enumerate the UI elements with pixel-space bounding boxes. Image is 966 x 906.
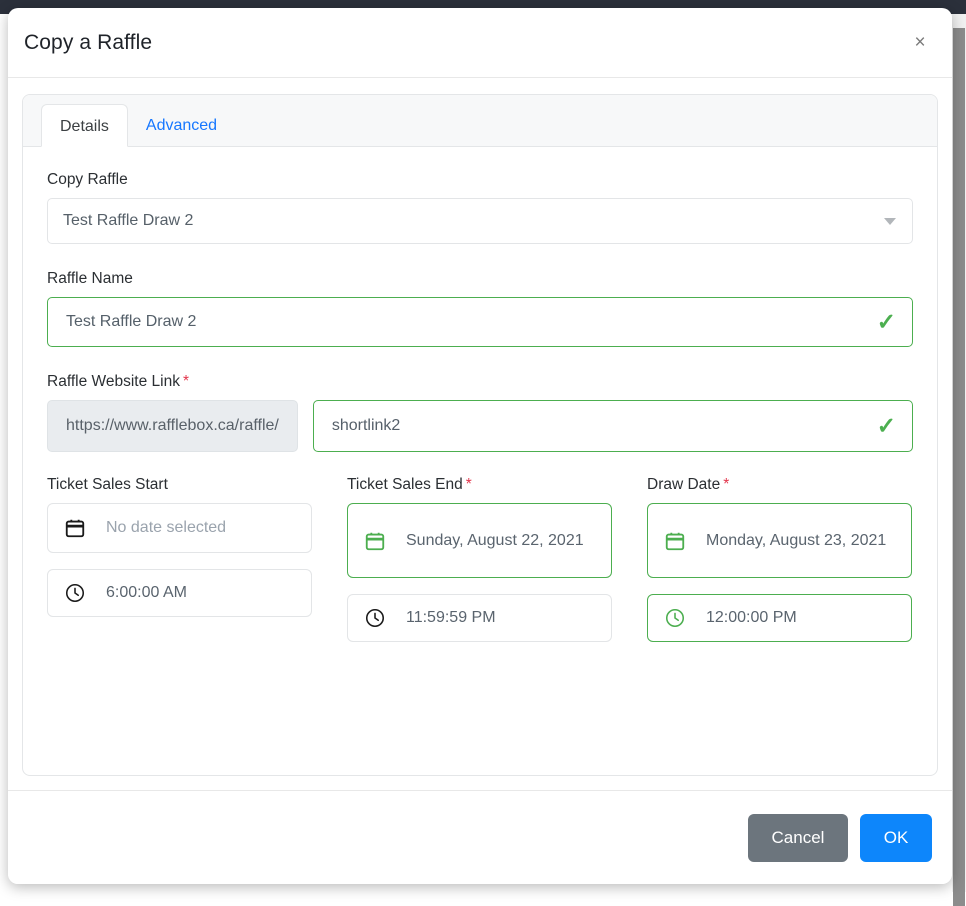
ticket-sales-end-time-picker[interactable]: 11:59:59 PM [347, 594, 612, 642]
draw-date-field: Draw Date * Monday, August 23, 2021 12:0… [647, 476, 912, 642]
required-asterisk: * [182, 373, 190, 390]
draw-date-date-picker[interactable]: Monday, August 23, 2021 [647, 503, 912, 578]
tab-bar: Details Advanced [23, 95, 937, 147]
clock-icon [664, 605, 694, 631]
cancel-button[interactable]: Cancel [748, 813, 848, 862]
dialog-footer: Cancel OK [8, 790, 952, 884]
website-link-input[interactable]: shortlink2 ✓ [312, 400, 913, 452]
raffle-name-label: Raffle Name [47, 270, 133, 287]
copy-raffle-selected-value: Test Raffle Draw 2 [63, 212, 194, 229]
dialog-body: Details Advanced Copy Raffle Test Raffle… [8, 78, 952, 790]
required-asterisk: * [723, 476, 730, 493]
website-link-label-text: Raffle Website Link [47, 373, 180, 390]
check-icon: ✓ [876, 412, 896, 439]
ticket-sales-end-date-picker[interactable]: Sunday, August 22, 2021 [347, 503, 612, 578]
ticket-sales-start-label: Ticket Sales Start [47, 476, 312, 494]
tab-container: Details Advanced Copy Raffle Test Raffle… [22, 94, 938, 776]
website-link-value: shortlink2 [331, 417, 401, 434]
draw-date-time-value: 12:00:00 PM [706, 609, 797, 626]
copy-raffle-select[interactable]: Test Raffle Draw 2 [47, 198, 913, 244]
draw-date-date-value: Monday, August 23, 2021 [706, 531, 887, 549]
clock-icon [64, 580, 94, 606]
draw-date-time-picker[interactable]: 12:00:00 PM [647, 594, 912, 642]
ticket-sales-start-field: Ticket Sales Start No date selected 6:00… [47, 476, 312, 642]
date-fields-row: Ticket Sales Start No date selected 6:00… [47, 476, 913, 642]
chevron-down-icon [884, 218, 896, 225]
ticket-sales-start-date-picker[interactable]: No date selected [47, 503, 312, 553]
copy-raffle-label: Copy Raffle [47, 171, 128, 188]
check-icon: ✓ [876, 308, 896, 335]
ticket-sales-end-label: Ticket Sales End * [347, 476, 612, 494]
website-link-label: Raffle Website Link * [47, 373, 913, 391]
website-link-prefix: https://www.rafflebox.ca/raffle/ [47, 400, 298, 452]
calendar-icon [64, 515, 94, 541]
page-scrollbar-thumb[interactable] [953, 28, 965, 906]
draw-date-label: Draw Date * [647, 476, 912, 494]
calendar-icon [664, 528, 694, 554]
tab-advanced[interactable]: Advanced [128, 104, 235, 147]
tab-panel-details: Copy Raffle Test Raffle Draw 2 Raffle Na… [23, 147, 937, 775]
required-asterisk: * [465, 476, 472, 493]
copy-raffle-dialog: Copy a Raffle × Details Advanced Copy Ra… [8, 8, 952, 884]
ticket-sales-start-label-text: Ticket Sales Start [47, 476, 168, 493]
page-scrollbar[interactable] [952, 14, 966, 906]
ticket-sales-end-date-value: Sunday, August 22, 2021 [406, 531, 584, 549]
ticket-sales-start-date-value: No date selected [106, 519, 227, 537]
ticket-sales-end-label-text: Ticket Sales End [347, 476, 463, 493]
ticket-sales-end-field: Ticket Sales End* Sunday, August 22, 20 [347, 476, 612, 642]
dialog-header: Copy a Raffle × [8, 8, 952, 78]
ticket-sales-start-time-value: 6:00:00 AM [106, 584, 187, 601]
ok-button[interactable]: OK [860, 813, 932, 862]
tab-details[interactable]: Details [41, 104, 128, 147]
draw-date-label-text: Draw Date [647, 476, 721, 493]
raffle-name-value: Test Raffle Draw 2 [66, 313, 197, 330]
ticket-sales-start-time-picker[interactable]: 6:00:00 AM [47, 569, 312, 617]
website-link-group: https://www.rafflebox.ca/raffle/ shortli… [47, 400, 913, 452]
page-title: Copy a Raffle [24, 30, 153, 54]
clock-icon [364, 605, 394, 631]
raffle-name-input[interactable]: Test Raffle Draw 2 ✓ [47, 297, 913, 347]
calendar-icon [364, 528, 394, 554]
close-icon[interactable]: × [906, 29, 934, 57]
ticket-sales-end-time-value: 11:59:59 PM [406, 609, 496, 626]
